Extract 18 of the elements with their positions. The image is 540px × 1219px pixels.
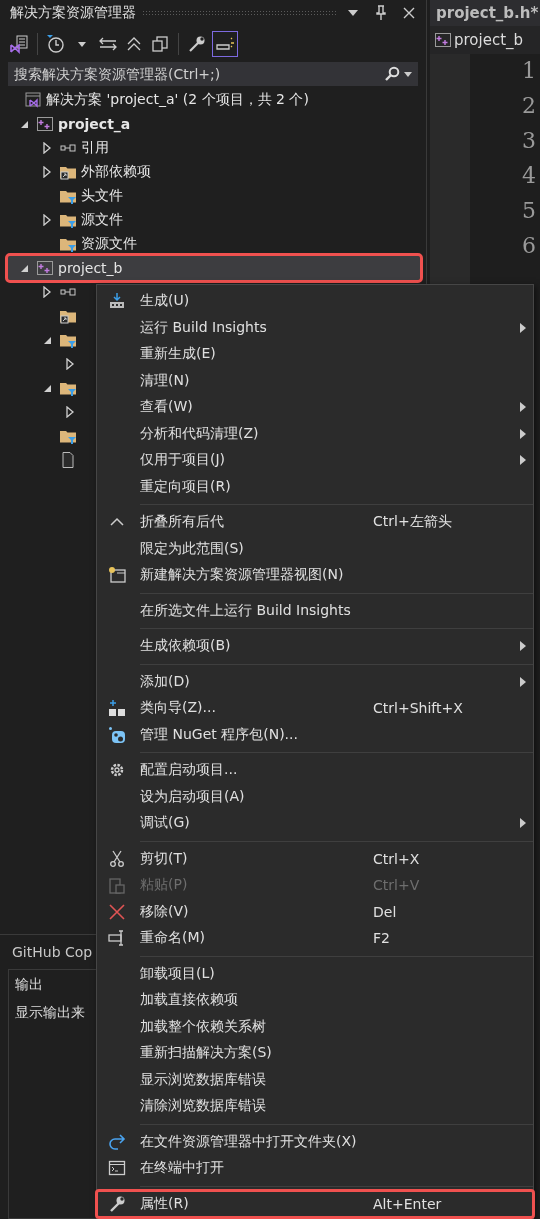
tree-label: 解决方案 'project_a' (2 个项目，共 2 个)	[46, 91, 309, 109]
tree-label: 引用	[81, 139, 109, 157]
tree-label: project_a	[58, 116, 131, 132]
line-number: 5	[522, 198, 536, 225]
tree-label: 源文件	[81, 211, 123, 229]
tree-label: 头文件	[81, 187, 123, 205]
panel-title: 解决方案资源管理器	[10, 4, 136, 22]
tree-label: 资源文件	[81, 235, 137, 253]
project-name: project_b	[454, 31, 524, 49]
line-number: 2	[522, 93, 536, 120]
line-number: 1	[522, 58, 536, 85]
tree-label: project_b	[58, 260, 123, 276]
output-source-label: 显示输出来	[15, 1004, 86, 1022]
line-number: 3	[522, 128, 536, 155]
line-number: 6	[522, 233, 536, 260]
tree-label: 外部依赖项	[81, 163, 151, 181]
line-number: 4	[522, 163, 536, 190]
panel-title: 输出	[15, 976, 44, 994]
